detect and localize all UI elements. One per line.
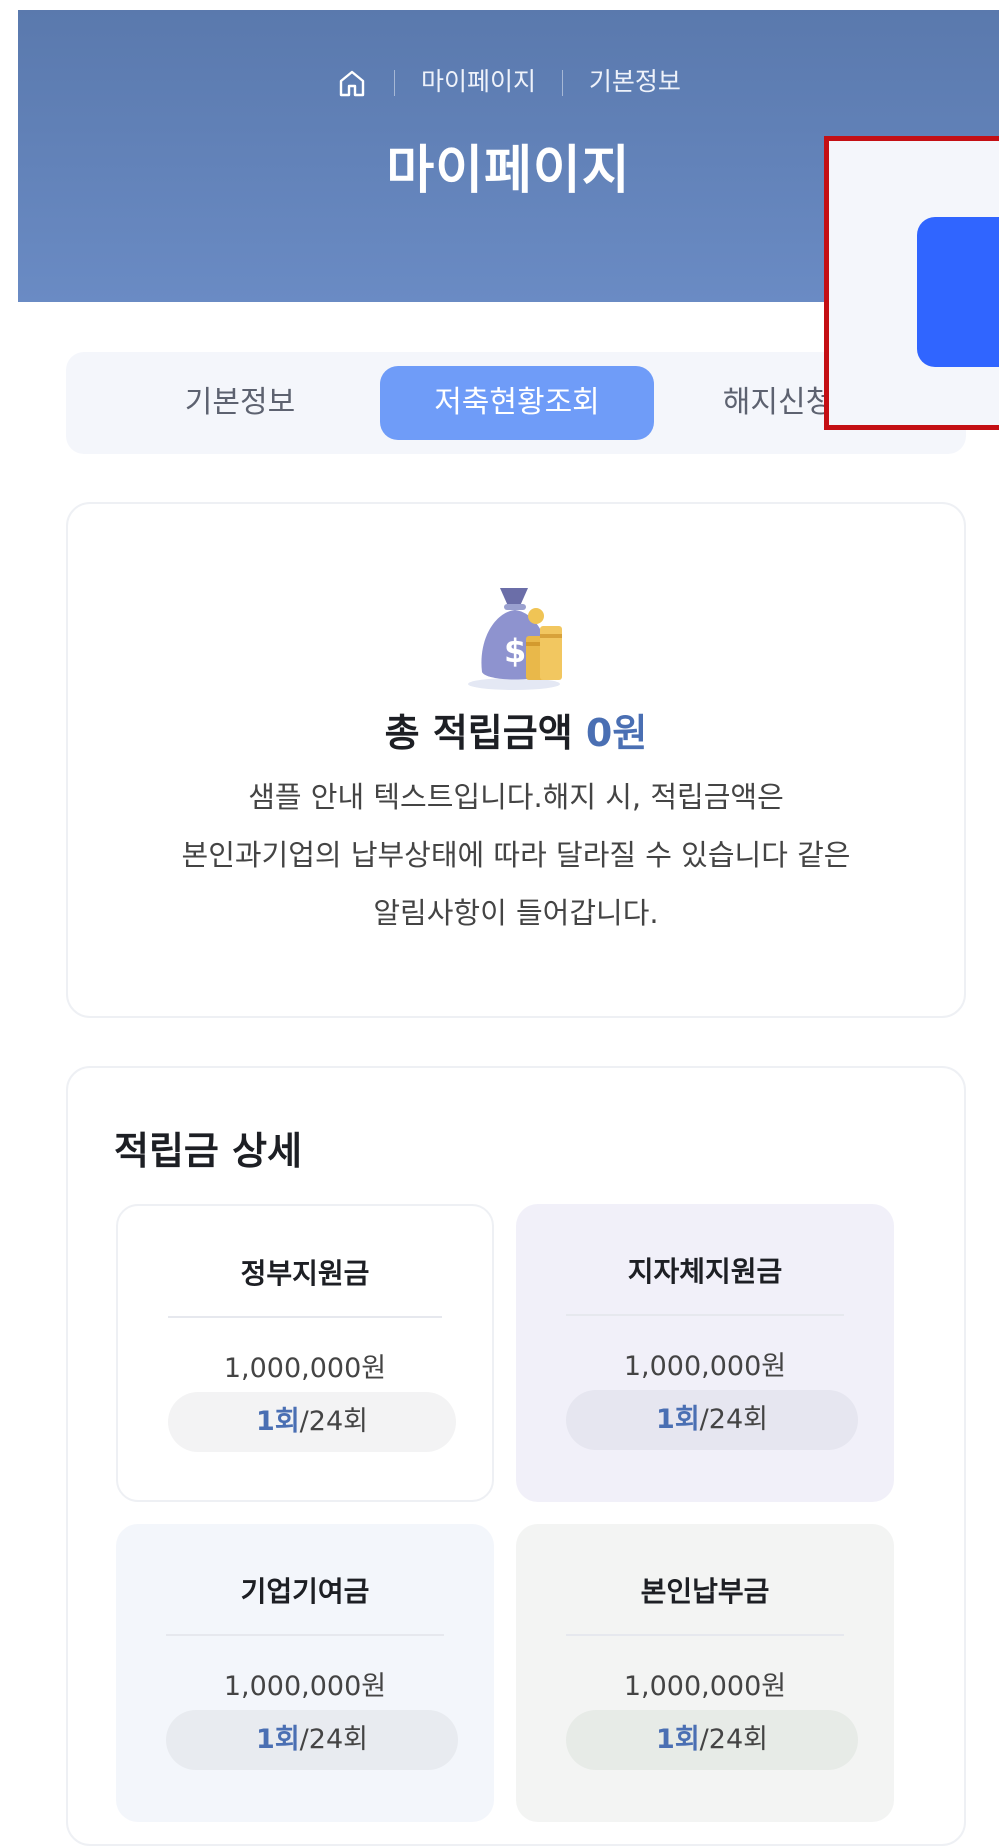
highlighted-button[interactable] — [917, 217, 999, 367]
breadcrumb-item-mypage[interactable]: 마이페이지 — [421, 67, 536, 96]
installment-badge: 1회/24회 — [168, 1392, 456, 1452]
svg-text:$: $ — [504, 632, 526, 670]
savings-detail-card: 적립금 상세 정부지원금 1,000,000원 1회/24회 지자체지원금 1,… — [66, 1066, 966, 1846]
savings-item-local-government: 지자체지원금 1,000,000원 1회/24회 — [516, 1204, 894, 1502]
installment-badge: 1회/24회 — [566, 1710, 858, 1770]
notice-line: 알림사항이 들어갑니다. — [373, 896, 659, 930]
installment-badge: 1회/24회 — [566, 1390, 858, 1450]
breadcrumb-item-basic-info[interactable]: 기본정보 — [589, 67, 681, 96]
total-savings: 총 적립금액 0원 — [68, 702, 964, 757]
item-amount: 1,000,000원 — [223, 1353, 387, 1384]
divider — [566, 1314, 844, 1316]
savings-item-government: 정부지원금 1,000,000원 1회/24회 — [116, 1204, 494, 1502]
money-bag-icon: $ — [452, 576, 582, 700]
breadcrumb-separator — [394, 70, 396, 96]
total-amount: 0원 — [585, 711, 648, 755]
tab-savings-status[interactable]: 저축현황조회 — [380, 366, 654, 440]
home-icon[interactable] — [336, 67, 368, 99]
total-label: 총 적립금액 — [384, 711, 573, 755]
item-amount: 1,000,000원 — [623, 1351, 787, 1382]
item-name: 정부지원금 — [240, 1257, 370, 1290]
notice-line: 샘플 안내 텍스트입니다.해지 시, 적립금액은 — [248, 780, 784, 814]
installment-current: 1회 — [256, 1406, 300, 1437]
tab-basic-info[interactable]: 기본정보 — [140, 366, 340, 440]
installment-badge: 1회/24회 — [166, 1710, 458, 1770]
installment-total: /24회 — [299, 1406, 368, 1437]
installment-current: 1회 — [656, 1404, 700, 1435]
highlight-box — [824, 136, 999, 430]
divider — [166, 1634, 444, 1636]
item-amount: 1,000,000원 — [623, 1671, 787, 1702]
item-amount: 1,000,000원 — [223, 1671, 387, 1702]
installment-total: /24회 — [699, 1724, 768, 1755]
installment-total: /24회 — [299, 1724, 368, 1755]
installment-current: 1회 — [656, 1724, 700, 1755]
savings-item-personal: 본인납부금 1,000,000원 1회/24회 — [516, 1524, 894, 1822]
divider — [566, 1634, 844, 1636]
notice-text: 샘플 안내 텍스트입니다.해지 시, 적립금액은 본인과기업의 납부상태에 따라… — [88, 768, 944, 942]
section-title: 적립금 상세 — [114, 1129, 303, 1173]
breadcrumb-separator — [561, 70, 563, 96]
installment-total: /24회 — [699, 1404, 768, 1435]
breadcrumb: 마이페이지 기본정보 — [18, 62, 999, 102]
notice-line: 본인과기업의 납부상태에 따라 달라질 수 있습니다 같은 — [181, 838, 851, 872]
item-name: 본인납부금 — [640, 1575, 770, 1608]
divider — [168, 1316, 442, 1318]
installment-current: 1회 — [256, 1724, 300, 1755]
savings-item-company: 기업기여금 1,000,000원 1회/24회 — [116, 1524, 494, 1822]
item-name: 기업기여금 — [240, 1575, 370, 1608]
item-name: 지자체지원금 — [627, 1255, 783, 1288]
summary-card: $ 총 적립금액 0원 샘플 안내 텍스트입니다.해지 시, 적립금액은 본인과… — [66, 502, 966, 1018]
